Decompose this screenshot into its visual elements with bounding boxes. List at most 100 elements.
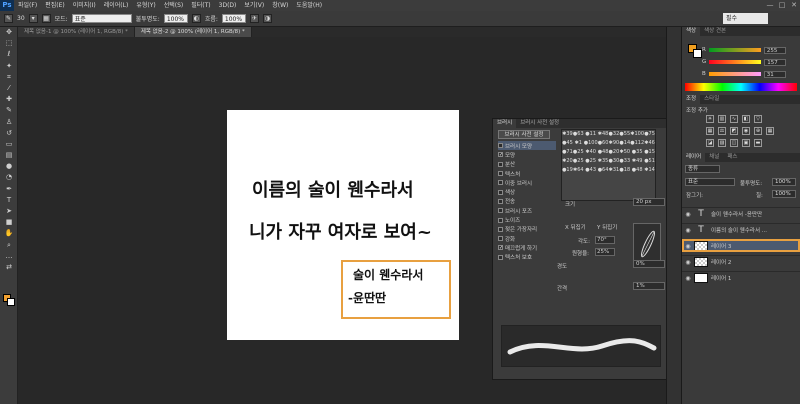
brush-option-10[interactable]: 강화 — [498, 234, 556, 243]
brush-option-checkbox[interactable] — [498, 236, 503, 242]
blend-mode-select[interactable]: 표준 — [685, 178, 735, 186]
curves-adjust-icon[interactable]: ∿ — [730, 115, 738, 123]
move-tool-icon[interactable]: ✥ — [0, 27, 18, 38]
brush-tool-icon[interactable]: ✎ — [0, 105, 18, 116]
opacity-field[interactable]: 100% — [163, 14, 188, 23]
eye-icon[interactable]: ◉ — [682, 243, 694, 250]
minimize-button[interactable]: — — [764, 0, 776, 11]
tab-paths[interactable]: 패스 — [723, 153, 741, 162]
gradient-tool-icon[interactable]: ▤ — [0, 150, 18, 161]
brush-option-checkbox[interactable] — [498, 189, 503, 195]
posterize-adjust-icon[interactable]: ▨ — [718, 139, 726, 147]
eye-icon[interactable]: ◉ — [682, 227, 694, 234]
menu-filter[interactable]: 필터(T) — [187, 0, 214, 11]
brush-tip[interactable]: ●25 — [573, 148, 584, 157]
brush-tip[interactable]: ✱35 — [598, 157, 609, 166]
tab-document-2[interactable]: 제목 없음-2 @ 100% (레이어 1, RGB/8) * — [134, 27, 252, 37]
brush-tip[interactable]: ●15 — [644, 148, 655, 157]
brush-option-8[interactable]: 노이즈 — [498, 215, 556, 224]
menu-view[interactable]: 보기(V) — [240, 0, 268, 11]
blur-tool-icon[interactable]: ● — [0, 161, 18, 172]
brush-tip[interactable]: ●43 — [584, 166, 598, 175]
brush-tip[interactable]: ✱48 — [598, 130, 609, 139]
brush-tip[interactable]: ●48 — [598, 148, 609, 157]
maximize-button[interactable]: □ — [776, 0, 788, 11]
pen-tool-icon[interactable]: ✒ — [0, 184, 18, 195]
brush-tip[interactable]: ●18 — [619, 166, 630, 175]
type-tool-icon[interactable]: T — [0, 195, 18, 206]
document-canvas[interactable]: 이름의 술이 웬수라서 니가 자꾸 여자로 보여~ 술이 웬수라서 -윤딴딴 — [227, 110, 459, 340]
tab-styles[interactable]: 스타일 — [700, 95, 723, 104]
tab-brush-presets[interactable]: 브러시 사전 설정 — [516, 119, 563, 128]
clone-stamp-tool-icon[interactable]: ♙ — [0, 117, 18, 128]
layer-opacity-field[interactable]: 100% — [772, 178, 796, 186]
brush-option-12[interactable]: 텍스처 보호 — [498, 253, 556, 262]
brush-tip[interactable]: ●63 — [573, 130, 584, 139]
roundness-field[interactable]: 25% — [595, 248, 615, 256]
close-button[interactable]: ✕ — [788, 0, 800, 11]
flip-x-checkbox[interactable]: X 뒤집기 — [565, 223, 586, 231]
layer-row[interactable]: ◉ 레이어 1 — [682, 271, 800, 284]
hardness-field[interactable]: 0% — [633, 260, 665, 268]
layer-row[interactable]: ◉ T 이름의 술이 웬수라서 ... — [682, 223, 800, 236]
exposure-adjust-icon[interactable]: ◧ — [742, 115, 750, 123]
layer-row[interactable]: ◉ 레이어 3 — [682, 239, 800, 252]
brush-presets-button[interactable]: 브러시 사전 설정 — [498, 130, 550, 139]
tab-adjustments[interactable]: 조정 — [682, 95, 701, 104]
menu-window[interactable]: 창(W) — [268, 0, 292, 11]
brush-option-7[interactable]: 브러시 포즈 — [498, 206, 556, 215]
red-slider[interactable] — [708, 48, 761, 52]
brush-tip[interactable]: ✱49 — [630, 157, 644, 166]
brush-angle-preview[interactable] — [633, 223, 661, 263]
brush-option-checkbox[interactable] — [498, 171, 503, 177]
brush-tip[interactable]: ●35 — [630, 148, 644, 157]
size-field[interactable]: 20 px — [633, 198, 665, 206]
tab-brush[interactable]: 브러시 — [493, 119, 517, 128]
brush-option-1[interactable]: ✓ 모양 — [498, 150, 556, 159]
brush-tip[interactable]: ●55 — [619, 130, 630, 139]
balance-adjust-icon[interactable]: ⚖ — [718, 127, 726, 135]
flow-field[interactable]: 100% — [221, 14, 246, 23]
brush-option-checkbox[interactable] — [498, 208, 503, 214]
brush-option-checkbox[interactable] — [498, 254, 503, 260]
dodge-tool-icon[interactable]: ◔ — [0, 172, 18, 183]
levels-adjust-icon[interactable]: ▥ — [718, 115, 726, 123]
healing-tool-icon[interactable]: ✚ — [0, 94, 18, 105]
brush-option-checkbox[interactable] — [498, 180, 503, 186]
brush-tip[interactable]: ✱1 — [573, 139, 584, 148]
hue-adjust-icon[interactable]: ▦ — [706, 127, 714, 135]
brush-tip[interactable]: ●19 — [562, 166, 573, 175]
brush-tip[interactable]: ✱40 — [584, 148, 598, 157]
brush-tip[interactable]: ✱64 — [573, 166, 584, 175]
lookup-adjust-icon[interactable]: ▦ — [766, 127, 774, 135]
brush-option-3[interactable]: 텍스처 — [498, 169, 556, 178]
selective-color-adjust-icon[interactable]: ▣ — [742, 139, 750, 147]
brush-option-checkbox[interactable] — [498, 161, 503, 167]
brush-tip[interactable]: ●112 — [630, 139, 644, 148]
color-spectrum[interactable] — [685, 83, 797, 91]
brush-option-checkbox[interactable]: ✓ — [498, 152, 503, 158]
brush-tip[interactable]: ✱50 — [619, 148, 631, 157]
brush-tip[interactable]: ●25 — [573, 157, 584, 166]
background-color-swatch[interactable] — [7, 298, 15, 306]
vibrance-adjust-icon[interactable]: ▽ — [754, 115, 762, 123]
brush-tip[interactable]: ●75 — [644, 130, 655, 139]
menu-3d[interactable]: 3D(D) — [215, 0, 241, 11]
quick-select-tool-icon[interactable]: ✦ — [0, 61, 18, 72]
invert-adjust-icon[interactable]: ◪ — [706, 139, 714, 147]
blue-value[interactable]: 31 — [763, 70, 786, 78]
brush-option-11[interactable]: ✓ 매끄럽게 하기 — [498, 243, 556, 252]
pressure-size-icon[interactable]: ◑ — [262, 14, 272, 23]
history-brush-tool-icon[interactable]: ↺ — [0, 128, 18, 139]
layer-kind-filter[interactable]: 종류 — [685, 165, 720, 173]
brush-tip[interactable]: ●20 — [608, 148, 620, 157]
brush-tip[interactable]: ●48 — [630, 166, 644, 175]
menu-file[interactable]: 파일(F) — [14, 0, 41, 11]
menu-layer[interactable]: 레이어(L) — [100, 0, 133, 11]
bw-adjust-icon[interactable]: ◩ — [730, 127, 738, 135]
brush-tip[interactable]: ✱31 — [608, 166, 620, 175]
blue-slider[interactable] — [708, 72, 761, 76]
pressure-opacity-icon[interactable]: ◐ — [191, 14, 201, 23]
brush-tip[interactable]: ✱46 — [644, 139, 655, 148]
brightness-adjust-icon[interactable]: ☀ — [706, 115, 714, 123]
